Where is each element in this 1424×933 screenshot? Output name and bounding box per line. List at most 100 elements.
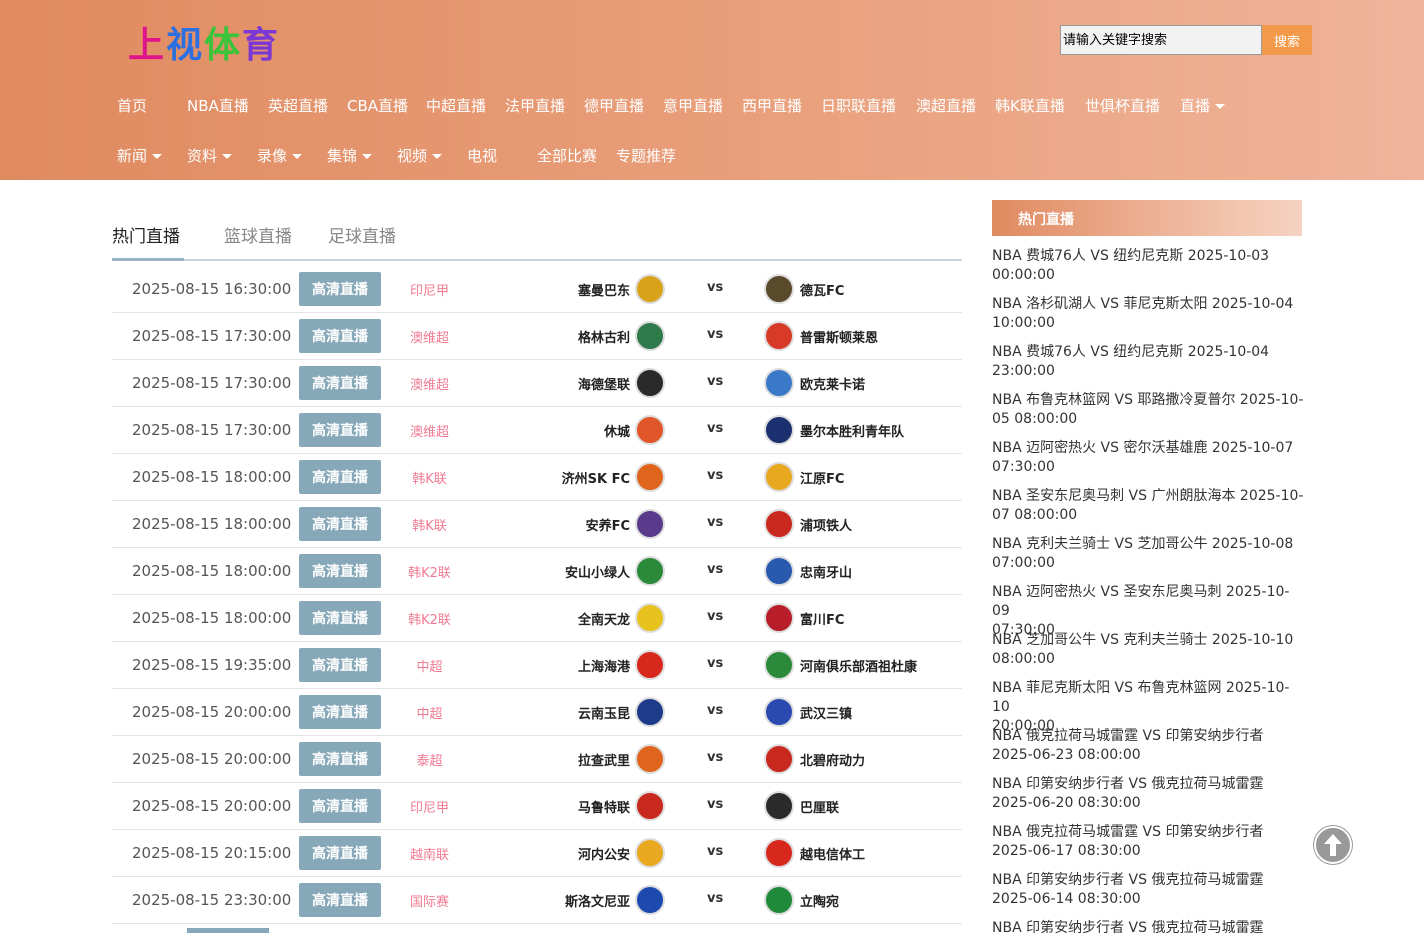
sidebar-live-link[interactable]: NBA 迈阿密热火 VS 密尔沃基雄鹿 2025-10-07 07:30:00 [992, 439, 1304, 487]
nav-item[interactable]: NBA直播 [187, 95, 249, 116]
live-button[interactable]: 高清直播 [299, 366, 381, 400]
nav-item[interactable]: 法甲直播 [505, 95, 565, 116]
nav-item[interactable]: 资料 [187, 145, 233, 166]
live-button[interactable]: 高清直播 [299, 319, 381, 353]
league-label[interactable]: 印尼甲 [382, 797, 477, 816]
away-team: 北碧府动力 [800, 754, 866, 769]
sidebar-live-title: NBA 俄克拉荷马城雷霆 VS 印第安纳步行者 [992, 728, 1264, 744]
nav-item[interactable]: 集锦 [327, 145, 373, 166]
away-team-logo-icon [764, 603, 794, 633]
league-label[interactable]: 泰超 [382, 750, 477, 769]
league-label[interactable]: 澳维超 [382, 421, 477, 440]
live-button[interactable]: 高清直播 [299, 883, 381, 917]
nav-item[interactable]: 德甲直播 [584, 95, 644, 116]
sidebar-live-link[interactable]: NBA 圣安东尼奥马刺 VS 广州朗肽海本 2025-10- 07 08:00:0… [992, 487, 1304, 535]
back-to-top-button[interactable] [1313, 825, 1353, 865]
match-time: 2025-08-15 20:00:00 [132, 797, 292, 815]
league-label[interactable]: 越南联 [382, 844, 477, 863]
sidebar-live-link[interactable]: NBA 费城76人 VS 纽约尼克斯 2025-10-04 23:00:00 [992, 343, 1304, 391]
away-team: 墨尔本胜利青年队 [800, 425, 905, 440]
vs-label: vs [707, 515, 724, 530]
chevron-down-icon [1215, 103, 1226, 109]
nav-item[interactable]: 电视 [467, 145, 497, 166]
league-label[interactable]: 澳维超 [382, 374, 477, 393]
tab-basketball-live[interactable]: 篮球直播 [224, 222, 292, 247]
sidebar-live-link[interactable]: NBA 俄克拉荷马城雷霆 VS 印第安纳步行者 2025-06-23 08:00:… [992, 727, 1304, 775]
nav-item[interactable]: 录像 [257, 145, 303, 166]
league-label[interactable]: 印尼甲 [382, 280, 477, 299]
nav-item[interactable]: 中超直播 [426, 95, 486, 116]
home-team-logo-icon [635, 838, 665, 868]
live-button[interactable]: 高清直播 [299, 507, 381, 541]
live-button[interactable]: 高清直播 [299, 695, 381, 729]
sidebar-live-link[interactable]: NBA 费城76人 VS 纽约尼克斯 2025-10-03 00:00:00 [992, 247, 1304, 295]
live-button[interactable]: 高清直播 [299, 648, 381, 682]
match-time: 2025-08-15 17:30:00 [132, 374, 292, 392]
tab-hot-live[interactable]: 热门直播 [112, 222, 180, 247]
tab-football-live[interactable]: 足球直播 [328, 222, 396, 247]
sidebar-live-link[interactable]: NBA 布鲁克林篮网 VS 耶路撒冷夏普尔 2025-10- 05 08:00:0… [992, 391, 1304, 439]
sidebar-live-link[interactable]: NBA 俄克拉荷马城雷霆 VS 印第安纳步行者 2025-06-17 08:30:… [992, 823, 1304, 871]
sidebar-live-link[interactable]: NBA 洛杉矶湖人 VS 菲尼克斯太阳 2025-10-04 10:00:00 [992, 295, 1304, 343]
league-label[interactable]: 韩K联 [382, 515, 477, 534]
match-row: 2025-08-15 16:30:00 高清直播 印尼甲 塞曼巴东 vs 德瓦FC [112, 266, 962, 313]
vs-label: vs [707, 421, 724, 436]
league-label[interactable]: 中超 [382, 656, 477, 675]
nav-item[interactable]: CBA直播 [347, 95, 408, 116]
home-team-logo-icon [635, 462, 665, 492]
sidebar-live-link[interactable]: NBA 菲尼克斯太阳 VS 布鲁克林篮网 2025-10-10 20:00:00 [992, 679, 1304, 734]
live-button[interactable] [187, 928, 269, 933]
nav-item[interactable]: 新闻 [117, 145, 163, 166]
away-team: 普雷斯顿莱恩 [800, 331, 879, 346]
nav-item[interactable]: 视频 [397, 145, 443, 166]
league-label[interactable]: 国际赛 [382, 891, 477, 910]
nav-item[interactable]: 全部比赛 [537, 145, 597, 166]
league-label[interactable]: 中超 [382, 703, 477, 722]
nav-item-label: CBA直播 [347, 96, 409, 115]
match-time: 2025-08-15 18:00:00 [132, 515, 292, 533]
vs-label: vs [707, 703, 724, 718]
nav-item[interactable]: 世俱杯直播 [1085, 95, 1160, 116]
league-label[interactable]: 韩K联 [382, 468, 477, 487]
league-label[interactable]: 韩K2联 [382, 562, 477, 581]
live-button[interactable]: 高清直播 [299, 789, 381, 823]
match-row: 2025-08-15 20:00:00 高清直播 中超 云南玉昆 vs 武汉三镇 [112, 689, 962, 736]
sidebar-live-link[interactable]: NBA 芝加哥公牛 VS 克利夫兰骑士 2025-10-10 08:00:00 [992, 631, 1304, 679]
nav-item[interactable]: 首页 [117, 95, 147, 116]
sidebar-live-link[interactable]: NBA 迈阿密热火 VS 圣安东尼奥马刺 2025-10-09 07:30:00 [992, 583, 1304, 638]
nav-item[interactable]: 英超直播 [268, 95, 328, 116]
nav-item-label: 首页 [117, 96, 148, 115]
home-team-logo-icon [635, 415, 665, 445]
sidebar-live-link[interactable]: NBA 克利夫兰骑士 VS 芝加哥公牛 2025-10-08 07:00:00 [992, 535, 1304, 583]
nav-item[interactable]: 韩K联直播 [995, 95, 1065, 116]
live-button[interactable]: 高清直播 [299, 742, 381, 776]
sidebar-live-title: NBA 芝加哥公牛 VS 克利夫兰骑士 2025-10-10 [992, 632, 1294, 648]
nav-item[interactable]: 日职联直播 [821, 95, 896, 116]
nav-item[interactable]: 专题推荐 [616, 145, 676, 166]
away-team-logo-icon [764, 885, 794, 915]
away-team: 武汉三镇 [800, 707, 853, 722]
live-button[interactable]: 高清直播 [299, 413, 381, 447]
live-button[interactable]: 高清直播 [299, 272, 381, 306]
site-logo[interactable]: 上视体育 [128, 16, 280, 68]
nav-item[interactable]: 意甲直播 [663, 95, 723, 116]
nav-item[interactable]: 直播 [1180, 95, 1226, 116]
league-label[interactable]: 澳维超 [382, 327, 477, 346]
league-label[interactable]: 韩K2联 [382, 609, 477, 628]
match-time: 2025-08-15 20:15:00 [132, 844, 292, 862]
nav-item-label: 法甲直播 [505, 96, 566, 115]
live-button[interactable]: 高清直播 [299, 836, 381, 870]
nav-item[interactable]: 西甲直播 [742, 95, 802, 116]
match-row: 2025-08-15 20:00:00 高清直播 泰超 拉查武里 vs 北碧府动力 [112, 736, 962, 783]
sidebar-live-title: NBA 印第安纳步行者 VS 俄克拉荷马城雷霆 [992, 872, 1264, 888]
live-button[interactable]: 高清直播 [299, 554, 381, 588]
live-button[interactable]: 高清直播 [299, 460, 381, 494]
nav-item[interactable]: 澳超直播 [916, 95, 976, 116]
sidebar-live-link[interactable]: NBA 印第安纳步行者 VS 俄克拉荷马城雷霆 [992, 919, 1304, 933]
search-button[interactable]: 搜索 [1262, 25, 1312, 55]
live-button[interactable]: 高清直播 [299, 601, 381, 635]
match-row: 2025-08-15 17:30:00 高清直播 澳维超 海德堡联 vs 欧克莱卡诺 [112, 360, 962, 407]
sidebar-live-link[interactable]: NBA 印第安纳步行者 VS 俄克拉荷马城雷霆 2025-06-14 08:30:… [992, 871, 1304, 919]
search-input[interactable] [1060, 25, 1262, 55]
sidebar-live-link[interactable]: NBA 印第安纳步行者 VS 俄克拉荷马城雷霆 2025-06-20 08:30:… [992, 775, 1304, 823]
